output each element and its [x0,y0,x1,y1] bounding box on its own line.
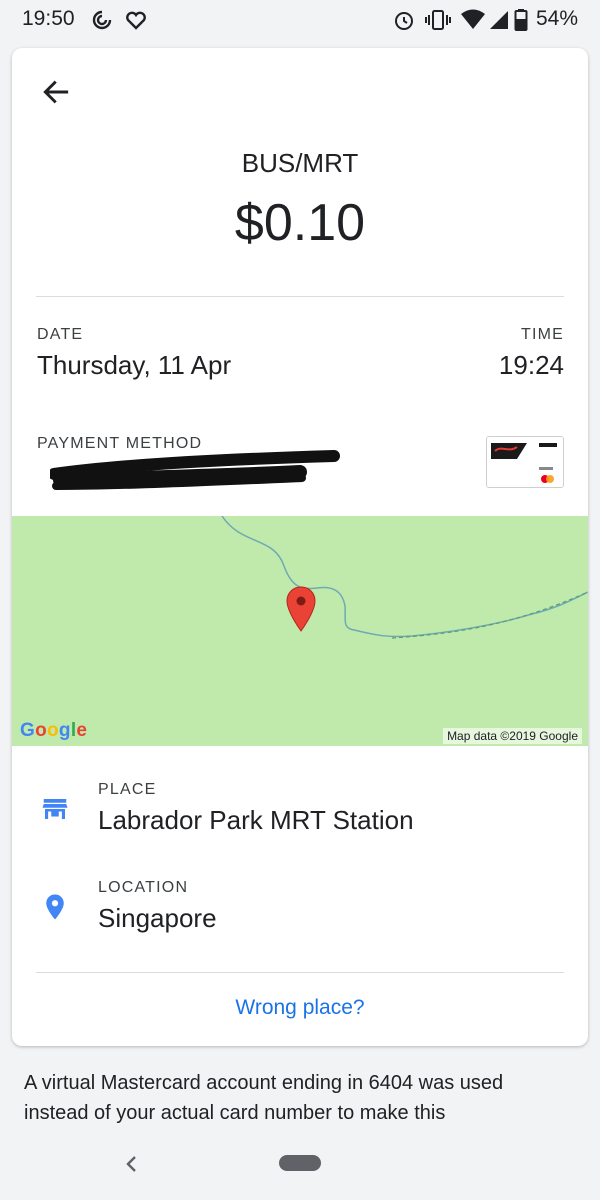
time-value: 19:24 [498,350,564,380]
signal-icon [490,11,508,29]
redaction-mark [50,450,340,490]
alarm-icon [395,12,413,30]
wifi-icon [461,9,485,29]
map-attribution: Map data ©2019 Google [443,728,582,744]
divider [36,296,564,297]
vibrate-icon [425,10,451,30]
payment-card-image [486,436,564,488]
battery-icon [514,9,528,31]
sync-icon [92,10,112,30]
google-logo: Google [20,720,88,741]
location-value: Singapore [98,903,217,933]
date-value: Thursday, 11 Apr [37,350,232,380]
divider [36,972,564,973]
battery-percentage: 54% [535,7,578,30]
place-value: Labrador Park MRT Station [98,805,414,835]
virtual-card-note: A virtual Mastercard account ending in 6… [24,1072,504,1124]
map-pin-icon [286,586,316,632]
nav-home-pill[interactable] [279,1155,321,1171]
location-pin-icon [46,894,64,920]
wrong-place-link[interactable]: Wrong place? [12,996,588,1020]
nav-back-icon[interactable] [120,1152,144,1176]
location-map[interactable]: Google Map data ©2019 Google [12,516,588,746]
transaction-amount: $0.10 [234,194,366,252]
heart-icon [126,11,146,30]
navigation-bar [0,1140,600,1200]
date-label: DATE [37,326,84,343]
location-label: LOCATION [98,879,189,896]
time-label: TIME [520,326,564,343]
status-bar: 19:50 54% [0,0,600,38]
back-arrow-icon[interactable] [40,76,72,108]
store-icon [42,799,68,819]
transaction-card: BUS/MRT $0.10 DATE Thursday, 11 Apr TIME… [12,48,588,1046]
status-time: 19:50 [22,7,75,30]
transaction-category: BUS/MRT [241,148,359,178]
place-label: PLACE [98,781,157,798]
